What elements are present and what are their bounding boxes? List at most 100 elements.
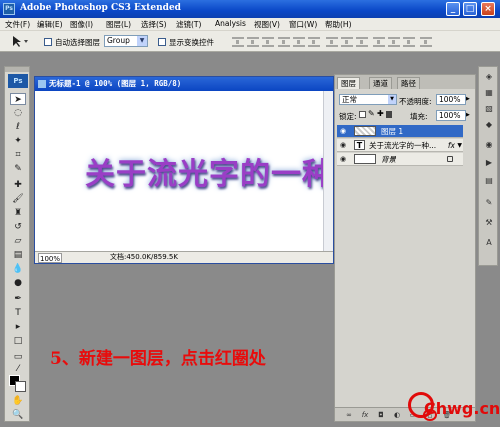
align-right-icon[interactable] bbox=[308, 37, 320, 47]
menu-layer[interactable]: 图层(L) bbox=[106, 19, 131, 30]
background-color-swatch[interactable] bbox=[15, 381, 26, 392]
healing-brush-icon[interactable]: ✚ bbox=[10, 179, 26, 191]
adjustment-layer-icon[interactable]: ◐ bbox=[391, 410, 403, 420]
tab-channels[interactable]: 通道 bbox=[369, 77, 392, 89]
distribute-vcenter-icon[interactable] bbox=[341, 37, 353, 47]
fill-field[interactable]: 100% bbox=[436, 110, 466, 121]
align-top-icon[interactable] bbox=[232, 37, 244, 47]
fill-arrow-icon[interactable]: ▶ bbox=[466, 112, 470, 118]
align-vcenter-icon[interactable] bbox=[247, 37, 259, 47]
link-layers-icon[interactable]: ∞ bbox=[343, 410, 355, 420]
lock-all-icon[interactable] bbox=[386, 111, 392, 118]
auto-select-checkbox[interactable] bbox=[44, 38, 52, 46]
distribute-left-icon[interactable] bbox=[373, 37, 385, 47]
expand-effects-icon[interactable]: ▼ bbox=[457, 139, 462, 152]
styles-icon[interactable]: ◆ bbox=[482, 119, 496, 131]
type-tool-icon[interactable]: T bbox=[10, 307, 26, 319]
swatches-icon[interactable]: ▧ bbox=[482, 103, 496, 115]
layer-comps-icon[interactable]: ▤ bbox=[482, 175, 496, 187]
notes-tool-icon[interactable]: ▭ bbox=[10, 351, 26, 363]
menu-filter[interactable]: 滤镜(T) bbox=[176, 19, 201, 30]
lock-position-icon[interactable]: ✚ bbox=[377, 109, 384, 118]
maximize-button[interactable]: □ bbox=[463, 2, 477, 16]
eyedropper-icon[interactable]: ⁄ bbox=[10, 363, 26, 375]
panel-tabs: 图层 通道 路径 bbox=[335, 75, 475, 89]
layer-name[interactable]: 背景 bbox=[381, 153, 396, 166]
menu-select[interactable]: 选择(S) bbox=[141, 19, 167, 30]
color-icon[interactable]: ▦ bbox=[482, 87, 496, 99]
brush-tool-icon[interactable]: 🖌 bbox=[10, 193, 26, 205]
menu-image[interactable]: 图像(I) bbox=[70, 19, 93, 30]
magic-wand-icon[interactable]: ✦ bbox=[10, 135, 26, 147]
menu-help[interactable]: 帮助(H) bbox=[325, 19, 352, 30]
lock-transparent-icon[interactable] bbox=[359, 111, 366, 118]
move-tool-preset-icon[interactable] bbox=[10, 34, 34, 48]
menu-analysis[interactable]: Analysis bbox=[215, 19, 246, 28]
opacity-field[interactable]: 100% bbox=[436, 94, 466, 105]
navigator-icon[interactable]: ◈ bbox=[482, 71, 496, 83]
layer-name[interactable]: 关于流光字的一种... bbox=[369, 139, 436, 152]
layer-name[interactable]: 图层 1 bbox=[381, 125, 403, 138]
character-icon[interactable]: A bbox=[482, 237, 496, 249]
layer-effects-icon[interactable]: fx bbox=[448, 139, 455, 152]
document-title-bar[interactable]: 无标题-1 @ 100% (图层 1, RGB/8) bbox=[35, 77, 333, 91]
align-left-icon[interactable] bbox=[278, 37, 290, 47]
distribute-bottom-icon[interactable] bbox=[356, 37, 368, 47]
show-transform-checkbox[interactable] bbox=[158, 38, 166, 46]
blend-mode-select[interactable]: 正常 ▼ bbox=[339, 94, 397, 105]
tutorial-caption: 5、新建一图层，点击红圈处 bbox=[50, 349, 266, 369]
lasso-tool-icon[interactable]: ℓ bbox=[10, 121, 26, 133]
menu-file[interactable]: 文件(F) bbox=[5, 19, 30, 30]
zoom-field[interactable]: 100% bbox=[38, 253, 62, 263]
minimize-button[interactable]: _ bbox=[446, 2, 460, 16]
gradient-icon[interactable]: ▤ bbox=[10, 249, 26, 261]
eraser-icon[interactable]: ▱ bbox=[10, 235, 26, 247]
doc-size-info: 文档:450.0K/859.5K bbox=[110, 253, 178, 261]
tool-presets-icon[interactable]: ⚒ bbox=[482, 217, 496, 229]
menu-view[interactable]: 视图(V) bbox=[254, 19, 280, 30]
visibility-eye-icon[interactable]: ◉ bbox=[338, 155, 348, 164]
history-icon[interactable]: ◉ bbox=[482, 139, 496, 151]
menu-window[interactable]: 窗口(W) bbox=[289, 19, 317, 30]
canvas[interactable]: 关于流光字的一种 bbox=[35, 91, 325, 251]
auto-align-icon[interactable] bbox=[420, 37, 432, 47]
close-button[interactable]: × bbox=[481, 2, 495, 16]
distribute-hcenter-icon[interactable] bbox=[388, 37, 400, 47]
actions-icon[interactable]: ▶ bbox=[482, 157, 496, 169]
hand-tool-icon[interactable]: ✋ bbox=[10, 395, 26, 407]
opacity-arrow-icon[interactable]: ▶ bbox=[466, 96, 470, 102]
tab-paths[interactable]: 路径 bbox=[397, 77, 420, 89]
shape-tool-icon[interactable]: □ bbox=[10, 335, 26, 347]
zoom-tool-icon[interactable]: 🔍 bbox=[10, 409, 26, 421]
toolbox-grip[interactable] bbox=[5, 67, 29, 72]
brushes-icon[interactable]: ✎ bbox=[482, 197, 496, 209]
menu-edit[interactable]: 编辑(E) bbox=[37, 19, 63, 30]
pen-tool-icon[interactable]: ✒ bbox=[10, 293, 26, 305]
history-brush-icon[interactable]: ↺ bbox=[10, 221, 26, 233]
distribute-top-icon[interactable] bbox=[326, 37, 338, 47]
slice-tool-icon[interactable]: ✎ bbox=[10, 163, 26, 175]
visibility-eye-icon[interactable]: ◉ bbox=[338, 141, 348, 150]
fill-label: 填充: bbox=[410, 112, 428, 121]
add-mask-icon[interactable]: ◘ bbox=[375, 410, 387, 420]
tab-layers[interactable]: 图层 bbox=[337, 77, 360, 89]
move-tool-icon[interactable]: ➤ bbox=[10, 93, 26, 105]
blur-tool-icon[interactable]: 💧 bbox=[10, 263, 26, 275]
auto-select-dropdown[interactable]: Group ▼ bbox=[104, 35, 148, 47]
vertical-scrollbar[interactable] bbox=[323, 91, 333, 251]
clone-stamp-icon[interactable]: ♜ bbox=[10, 207, 26, 219]
distribute-right-icon[interactable] bbox=[403, 37, 415, 47]
add-layer-style-icon[interactable]: fx bbox=[359, 410, 371, 420]
lock-pixels-icon[interactable]: ✎ bbox=[368, 109, 375, 118]
visibility-eye-icon[interactable]: ◉ bbox=[338, 127, 348, 136]
align-bottom-icon[interactable] bbox=[262, 37, 274, 47]
layer-row-text[interactable]: ◉ T 关于流光字的一种... fx ▼ bbox=[337, 139, 463, 152]
path-selection-icon[interactable]: ▸ bbox=[10, 321, 26, 333]
dodge-tool-icon[interactable]: ● bbox=[10, 277, 26, 289]
ps-logo[interactable]: Ps bbox=[8, 74, 28, 88]
crop-tool-icon[interactable]: ⌗ bbox=[10, 149, 26, 161]
layer-row-layer1[interactable]: ◉ 图层 1 bbox=[337, 125, 463, 138]
align-hcenter-icon[interactable] bbox=[293, 37, 305, 47]
layer-row-background[interactable]: ◉ 背景 bbox=[337, 153, 463, 166]
marquee-tool-icon[interactable]: ◌ bbox=[10, 107, 26, 119]
